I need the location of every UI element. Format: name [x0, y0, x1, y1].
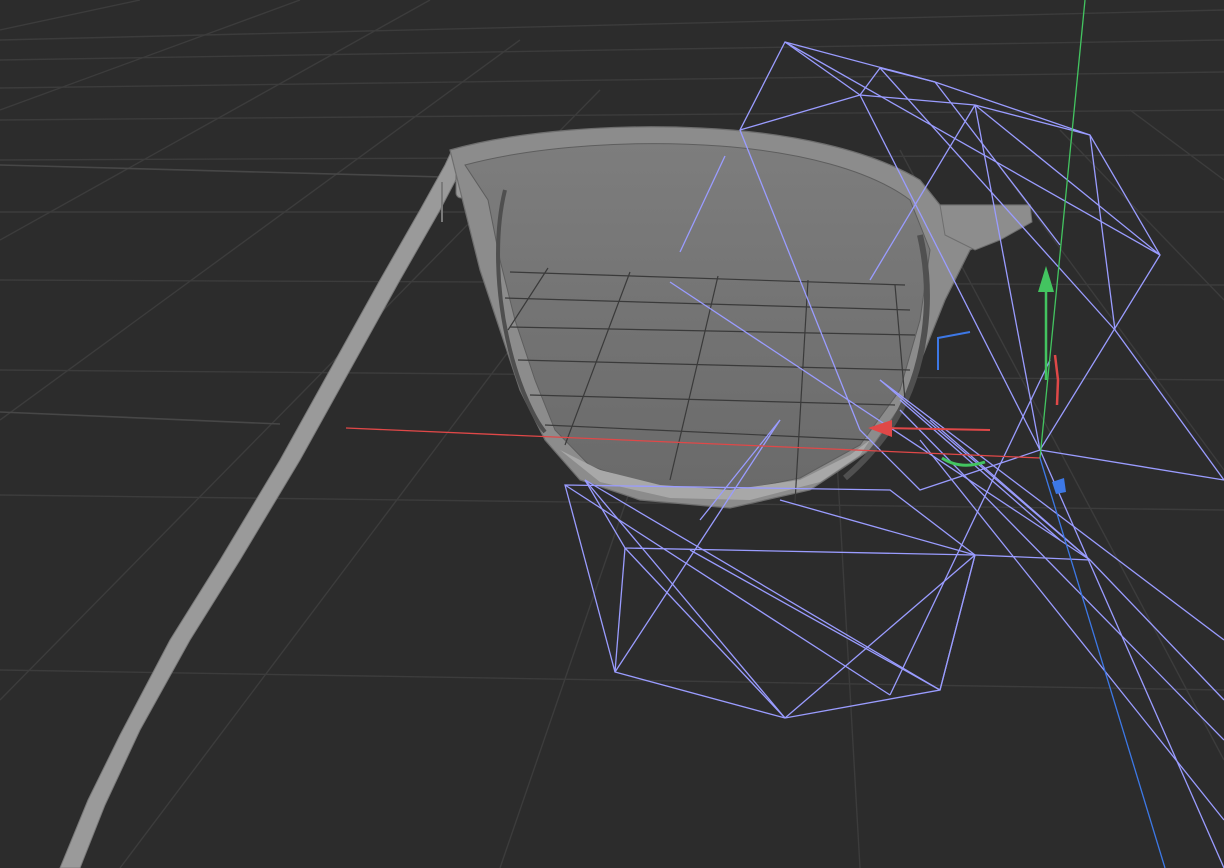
3d-viewport[interactable]	[0, 0, 1224, 868]
glasses-lens-frame[interactable]	[449, 126, 1033, 509]
y-axis-handle	[1038, 266, 1054, 292]
z-axis-line	[1039, 457, 1166, 868]
z-axis-handle	[1052, 478, 1066, 494]
glasses-temple-arm[interactable]	[59, 148, 470, 868]
y-axis-line	[1039, 0, 1086, 459]
ground-grid-major	[0, 164, 481, 425]
viewport-canvas[interactable]	[0, 0, 1224, 868]
xy-plane-handle	[937, 331, 971, 370]
rotate-gizmo-icon	[1053, 354, 1060, 406]
